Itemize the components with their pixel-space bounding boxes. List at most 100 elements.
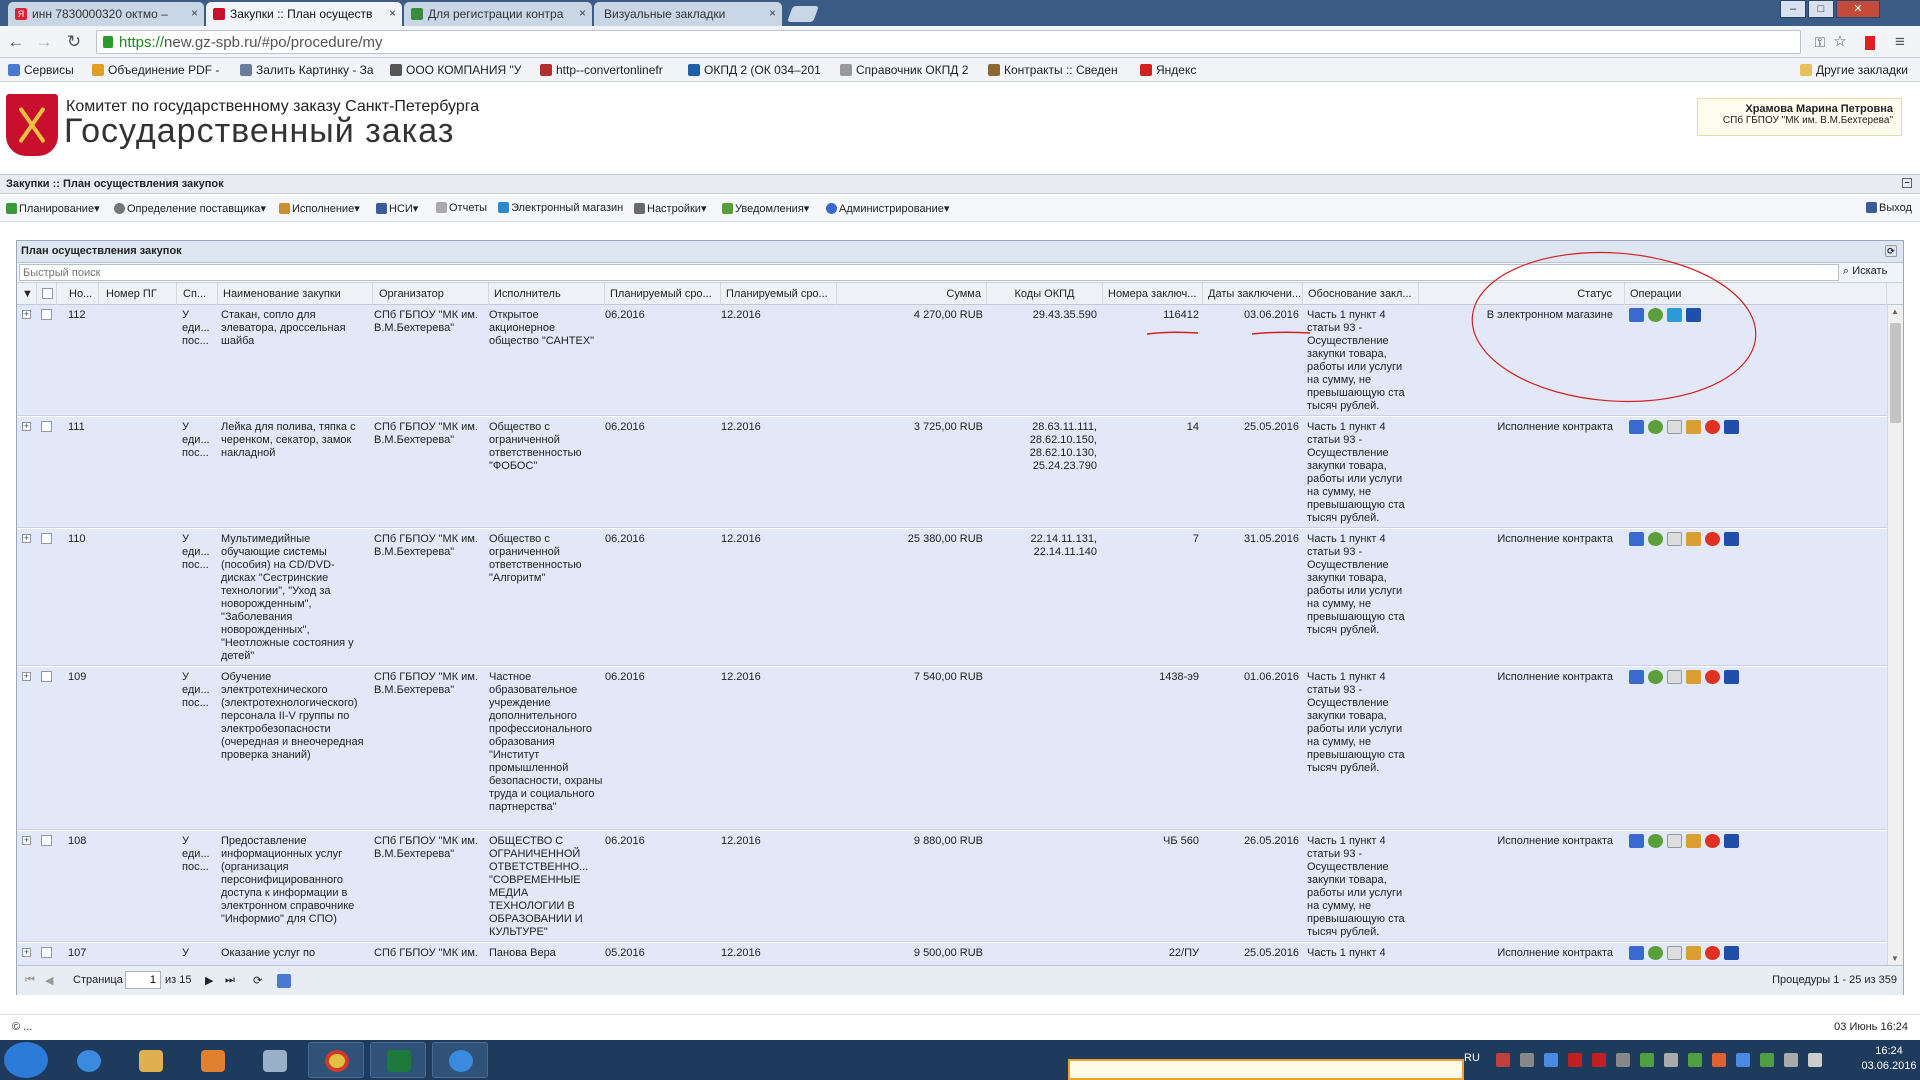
row-checkbox[interactable] xyxy=(41,947,52,958)
scroll-up-icon[interactable]: ▲ xyxy=(1891,307,1899,316)
page-number-input[interactable] xyxy=(125,971,161,989)
bookmark-apps[interactable]: Сервисы xyxy=(8,63,74,77)
address-bar[interactable]: https://new.gz-spb.ru/#po/procedure/my xyxy=(96,30,1801,54)
collapse-icon[interactable]: – xyxy=(1902,178,1912,188)
chart-icon[interactable] xyxy=(1629,946,1644,960)
bookmark-company[interactable]: ООО КОМПАНИЯ "У xyxy=(390,63,521,77)
network-icon[interactable] xyxy=(1760,1053,1774,1067)
column-header[interactable]: Наименование закупки xyxy=(218,283,373,305)
column-header[interactable]: Сп... xyxy=(178,283,218,305)
document-icon[interactable] xyxy=(1667,670,1682,684)
forward-button[interactable]: → xyxy=(32,31,56,53)
gear-icon[interactable] xyxy=(1648,670,1663,684)
row-checkbox[interactable] xyxy=(41,533,52,544)
document-icon[interactable] xyxy=(1667,420,1682,434)
volume-icon[interactable] xyxy=(1808,1053,1822,1067)
row-checkbox[interactable] xyxy=(41,421,52,432)
column-header[interactable]: Но... xyxy=(64,283,99,305)
close-icon[interactable]: × xyxy=(769,6,776,20)
bookmark-contracts[interactable]: Контракты :: Сведен xyxy=(988,63,1118,77)
bookmark-okpd[interactable]: ОКПД 2 (ОК 034–201 xyxy=(688,63,821,77)
table-row[interactable]: + 112 У еди... пос... Стакан, сопло для … xyxy=(17,305,1887,416)
chart-icon[interactable] xyxy=(1629,834,1644,848)
chart-icon[interactable] xyxy=(1629,532,1644,546)
column-header[interactable]: Организатор xyxy=(374,283,489,305)
tray-icon[interactable] xyxy=(1664,1053,1678,1067)
gear-icon[interactable] xyxy=(1648,532,1663,546)
menu-icon[interactable]: ≡ xyxy=(1888,31,1912,53)
tray-icon[interactable] xyxy=(1712,1053,1726,1067)
taskbar-notepad[interactable] xyxy=(246,1042,302,1078)
stop-icon[interactable] xyxy=(1705,834,1720,848)
table-row[interactable]: + 109 У еди... пос... Обучение электроте… xyxy=(17,667,1887,830)
exit-button[interactable]: Выход xyxy=(1866,202,1912,214)
gear-icon[interactable] xyxy=(1648,946,1663,960)
column-header[interactable]: Исполнитель xyxy=(489,283,605,305)
column-header[interactable]: Сумма xyxy=(837,283,987,305)
browser-tab-4[interactable]: Визуальные закладки × xyxy=(594,2,782,26)
column-header[interactable]: Коды ОКПД xyxy=(987,283,1103,305)
grid-scrollbar[interactable]: ▲ ▼ xyxy=(1887,305,1903,965)
expand-icon[interactable]: + xyxy=(22,422,31,431)
taskbar-clock[interactable]: 16:24 03.06.2016 xyxy=(1860,1044,1918,1074)
filter-icon[interactable]: ▼ xyxy=(17,283,37,305)
column-header[interactable]: Даты заключени... xyxy=(1203,283,1303,305)
menu-eshop[interactable]: Электронный магазин xyxy=(498,202,623,214)
taskbar-media[interactable] xyxy=(184,1042,240,1078)
last-page-icon[interactable]: ⏭ xyxy=(225,974,235,987)
taskbar-excel[interactable] xyxy=(370,1042,426,1078)
row-checkbox[interactable] xyxy=(41,671,52,682)
tray-icon[interactable] xyxy=(1616,1053,1630,1067)
bookmark-yandex[interactable]: Яндекс xyxy=(1140,63,1196,77)
minimize-button[interactable]: – xyxy=(1780,0,1806,18)
search-button[interactable]: ⌕ Искать xyxy=(1843,265,1887,278)
reload-button[interactable]: ↻ xyxy=(62,31,86,53)
columns-icon[interactable] xyxy=(1724,946,1739,960)
next-page-icon[interactable]: ▶ xyxy=(205,974,213,987)
execution-icon[interactable] xyxy=(1686,532,1701,546)
close-icon[interactable]: × xyxy=(191,6,198,20)
close-icon[interactable]: × xyxy=(389,6,396,20)
language-indicator[interactable]: RU xyxy=(1464,1052,1480,1064)
tray-icon[interactable] xyxy=(1688,1053,1702,1067)
row-checkbox[interactable] xyxy=(41,309,52,320)
table-row[interactable]: + 107 У Оказание услуг по СПб ГБПОУ "МК … xyxy=(17,943,1887,965)
first-page-icon[interactable]: ⏮ xyxy=(25,974,35,987)
menu-planning[interactable]: Планирование▾ xyxy=(6,202,100,215)
close-icon[interactable]: × xyxy=(579,6,586,20)
execution-icon[interactable] xyxy=(1686,946,1701,960)
columns-icon[interactable] xyxy=(1686,308,1701,322)
document-icon[interactable] xyxy=(1667,834,1682,848)
bookmark-flag-icon[interactable] xyxy=(1858,31,1882,53)
expand-icon[interactable]: + xyxy=(22,948,31,957)
tray-icon[interactable] xyxy=(1640,1053,1654,1067)
columns-icon[interactable] xyxy=(1724,670,1739,684)
gear-icon[interactable] xyxy=(1648,834,1663,848)
taskbar-ie-2[interactable] xyxy=(432,1042,488,1078)
menu-nsi[interactable]: НСИ▾ xyxy=(376,202,418,215)
stop-icon[interactable] xyxy=(1705,946,1720,960)
refresh-icon[interactable]: ⟳ xyxy=(1885,245,1897,257)
taskbar-explorer[interactable] xyxy=(122,1042,178,1078)
windows-start-icon[interactable] xyxy=(4,1042,48,1078)
tray-icon[interactable] xyxy=(1544,1053,1558,1067)
execution-icon[interactable] xyxy=(1686,420,1701,434)
column-header[interactable]: Планируемый сро... xyxy=(721,283,837,305)
document-icon[interactable] xyxy=(1667,946,1682,960)
quick-search-input[interactable] xyxy=(19,264,1839,281)
taskbar-chrome[interactable] xyxy=(308,1042,364,1078)
expand-icon[interactable]: + xyxy=(22,534,31,543)
stop-icon[interactable] xyxy=(1705,532,1720,546)
bookmark-okpd-ref[interactable]: Справочник ОКПД 2 xyxy=(840,63,968,77)
bookmark-pdf[interactable]: Объединение PDF - xyxy=(92,63,219,77)
menu-supplier[interactable]: Определение поставщика▾ xyxy=(114,202,266,215)
scroll-thumb[interactable] xyxy=(1890,323,1901,423)
menu-reports[interactable]: Отчеты xyxy=(436,202,487,214)
column-header[interactable]: Обоснование закл... xyxy=(1303,283,1419,305)
select-all-checkbox[interactable] xyxy=(37,283,57,305)
columns-icon[interactable] xyxy=(1724,834,1739,848)
document-icon[interactable] xyxy=(1667,532,1682,546)
prev-page-icon[interactable]: ◀ xyxy=(45,974,53,987)
menu-notifications[interactable]: Уведомления▾ xyxy=(722,202,809,215)
column-header[interactable]: Статус xyxy=(1419,283,1625,305)
